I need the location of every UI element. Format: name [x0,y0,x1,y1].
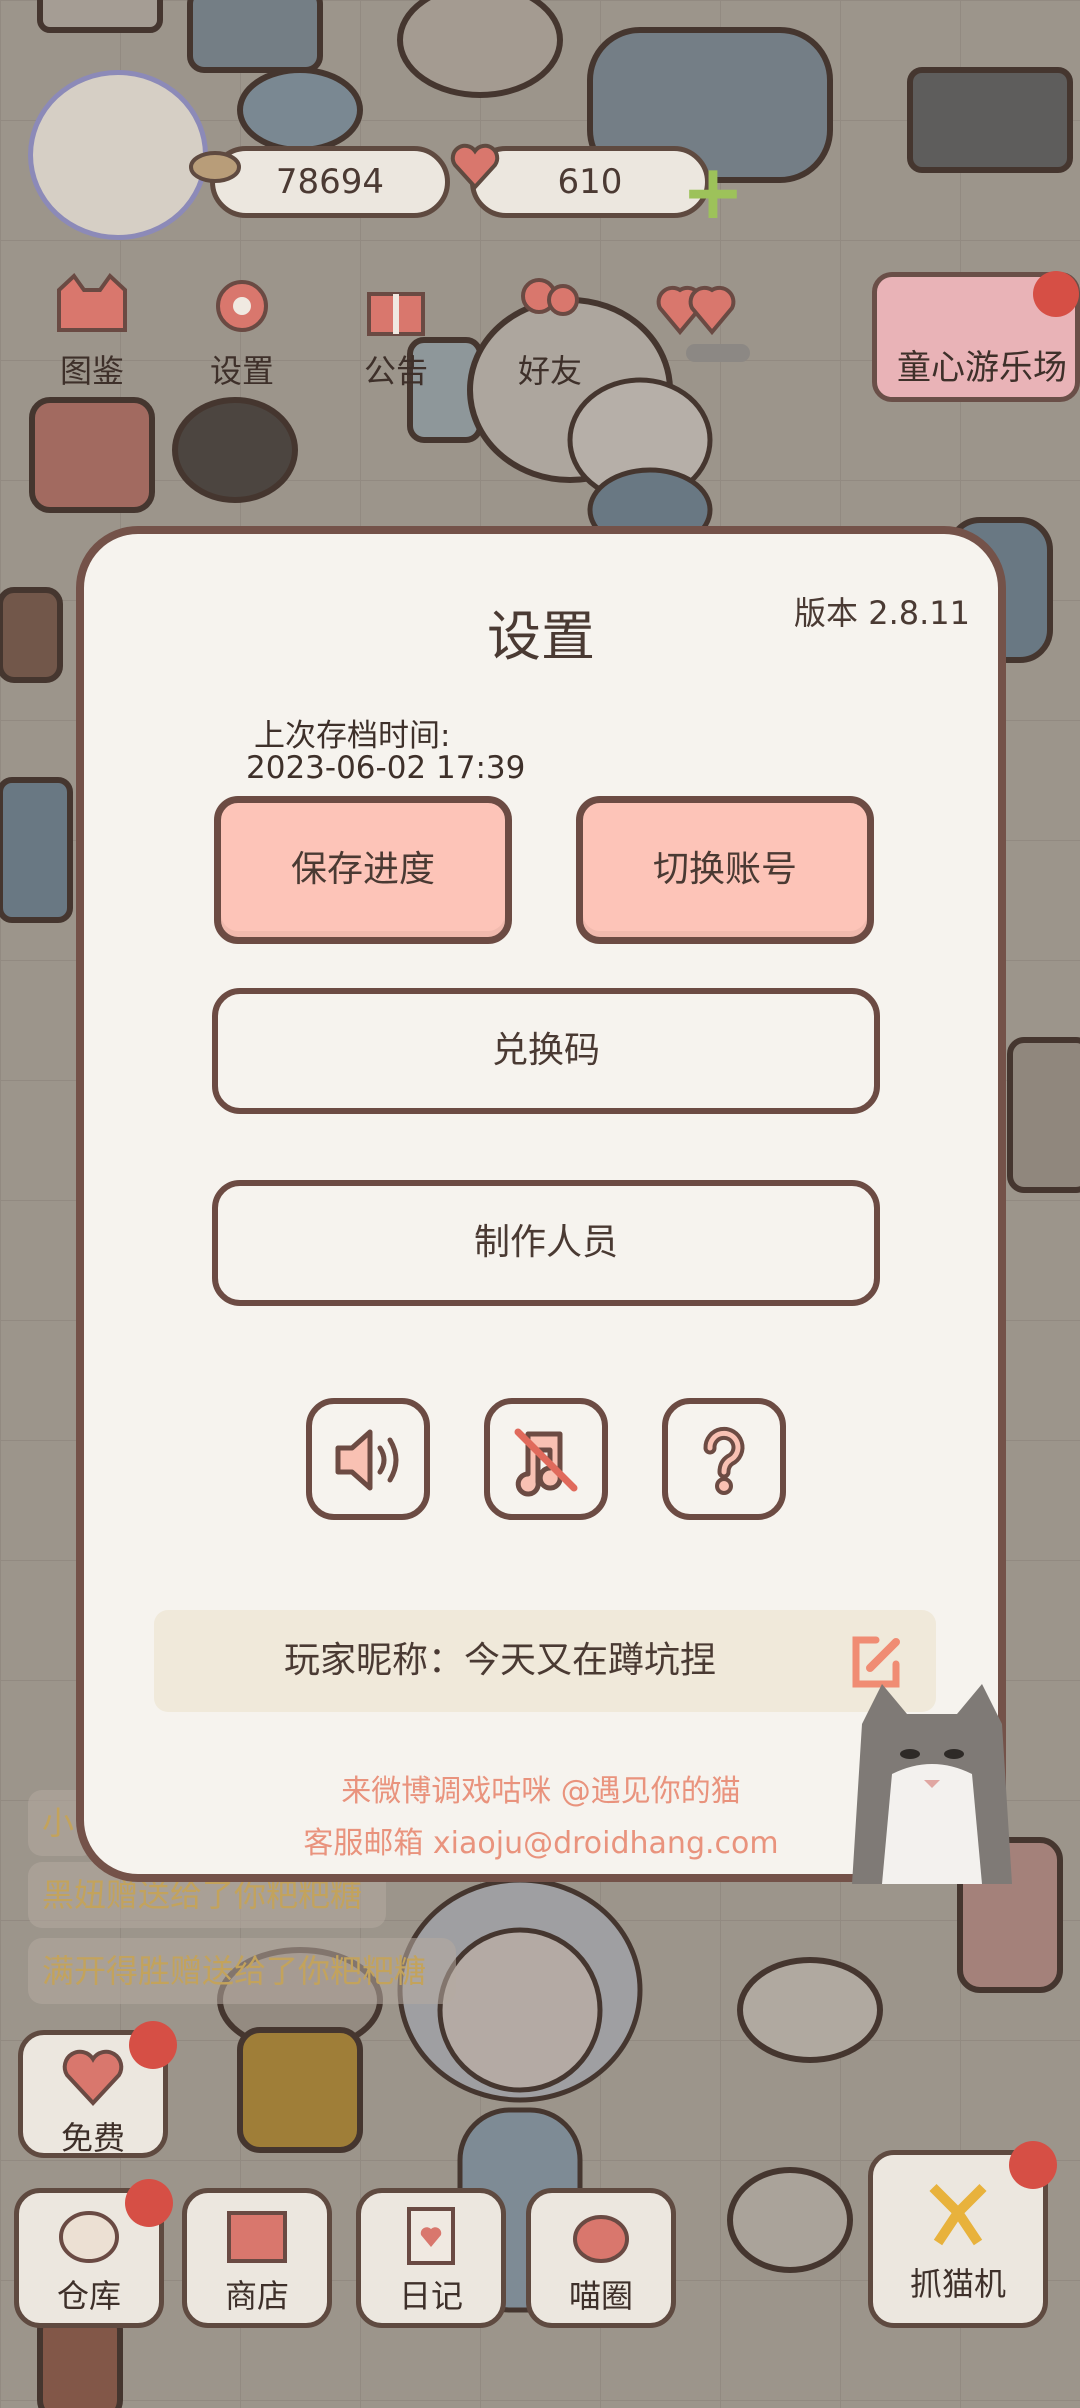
claw-icon [929,2183,987,2246]
last-save-label: 上次存档时间: [254,718,451,754]
music-toggle-button[interactable] [484,1398,608,1520]
free-button[interactable]: 免费 [18,2021,177,2158]
menu-friends-label: 好友 [517,352,582,390]
playground-banner[interactable]: 童心游乐场 [872,271,1080,402]
notification-dot [129,2021,177,2069]
gift-icon [367,292,425,336]
cat-face-icon [57,272,127,332]
gear-icon [216,280,268,332]
menu-collection-label: 图鉴 [59,352,124,390]
shop-icon [227,2211,287,2263]
menu-announcements-label: 公告 [363,352,428,390]
heart-icon [450,143,500,190]
menu-friends[interactable]: 好友 [490,270,610,392]
nav-warehouse[interactable]: 仓库 [14,2179,173,2328]
coin-value: 78694 [275,162,385,202]
menu-collection[interactable]: 图鉴 [32,270,152,392]
storage-jar-icon [59,2211,119,2263]
heart-icon [62,2049,124,2106]
nickname-bar: 玩家昵称：今天又在蹲坑捏 [154,1610,936,1712]
coin-counter: 78694 [189,146,450,218]
playground-banner-label: 童心游乐场 [897,348,1067,388]
cat-photo-decoration [852,1684,1012,1884]
menu-settings[interactable]: 设置 [182,270,302,392]
free-label: 免费 [60,2119,125,2157]
switch-account-button[interactable]: 切换账号 [576,796,874,944]
diary-icon [407,2207,455,2265]
player-avatar[interactable] [28,70,208,240]
notification-dot [1009,2141,1057,2189]
nav-cat-circle[interactable]: 喵圈 [526,2188,676,2328]
chat-line: 满开得胜赠送给了你粑粑糖 [28,1938,456,2004]
add-currency-button[interactable]: + [680,154,746,230]
nav-diary-label: 日记 [398,2277,463,2315]
mail-heart-icon[interactable] [650,272,760,372]
heart-value: 610 [557,162,623,202]
help-button[interactable] [662,1398,786,1520]
nav-diary[interactable]: 日记 [356,2188,506,2328]
edit-icon[interactable] [846,1632,906,1692]
claw-machine-label: 抓猫机 [909,2265,1006,2303]
notification-dot [125,2179,173,2227]
nav-cat-circle-label: 喵圈 [568,2277,633,2315]
redeem-code-button[interactable]: 兑换码 [212,988,880,1114]
nav-warehouse-label: 仓库 [56,2277,121,2315]
last-save-time: 2023-06-02 17:39 [246,750,526,786]
friends-icon [521,278,579,316]
save-progress-button[interactable]: 保存进度 [214,796,512,944]
nav-shop-label: 商店 [224,2277,289,2315]
settings-dialog: 设置 版本 2.8.11 上次存档时间: 2023-06-02 17:39 保存… [76,526,1006,1882]
nickname-text: 玩家昵称：今天又在蹲坑捏 [283,1640,716,1681]
help-icon [703,1426,745,1495]
menu-announcements[interactable]: 公告 [336,270,456,392]
music-off-icon [514,1428,578,1497]
nav-shop[interactable]: 商店 [182,2188,332,2328]
credits-button[interactable]: 制作人员 [212,1180,880,1306]
heart-counter: 610 [450,143,710,218]
version-label: 版本 2.8.11 [794,594,970,632]
fish-coin-icon [189,151,241,183]
claw-machine-button[interactable]: 抓猫机 [868,2141,1057,2328]
menu-settings-label: 设置 [209,352,274,390]
planet-cat-icon [573,2215,629,2263]
sound-on-icon [335,1429,399,1491]
notification-dot [1033,271,1079,317]
sound-toggle-button[interactable] [306,1398,430,1520]
